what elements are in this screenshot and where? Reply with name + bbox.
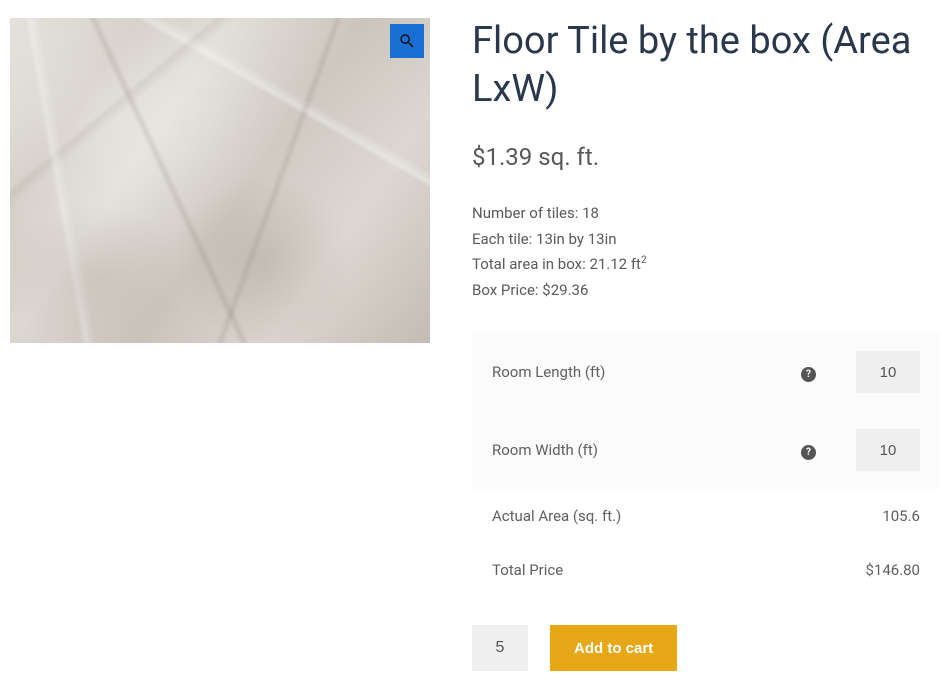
actual-area-label: Actual Area (sq. ft.) bbox=[472, 489, 781, 543]
product-layout: Floor Tile by the box (Area LxW) $1.39 s… bbox=[10, 18, 940, 671]
total-price-value: $146.80 bbox=[836, 543, 940, 597]
length-label: Room Length (ft) bbox=[472, 333, 781, 411]
spec-tiles: Number of tiles: 18 bbox=[472, 201, 940, 227]
product-title: Floor Tile by the box (Area LxW) bbox=[472, 18, 940, 113]
magnifier-icon bbox=[398, 32, 416, 50]
calculator-table: Room Length (ft) ? Room Width (ft) ? Act… bbox=[472, 333, 940, 597]
row-actual-area: Actual Area (sq. ft.) 105.6 bbox=[472, 489, 940, 543]
total-price-label: Total Price bbox=[472, 543, 781, 597]
help-icon[interactable]: ? bbox=[801, 445, 816, 460]
product-image[interactable] bbox=[10, 18, 430, 343]
row-total-price: Total Price $146.80 bbox=[472, 543, 940, 597]
quantity-input[interactable] bbox=[472, 625, 528, 671]
row-length: Room Length (ft) ? bbox=[472, 333, 940, 411]
row-width: Room Width (ft) ? bbox=[472, 411, 940, 489]
width-label: Room Width (ft) bbox=[472, 411, 781, 489]
spec-block: Number of tiles: 18 Each tile: 13in by 1… bbox=[472, 201, 940, 303]
spec-each-tile: Each tile: 13in by 13in bbox=[472, 227, 940, 253]
actual-area-value: 105.6 bbox=[836, 489, 940, 543]
width-input[interactable] bbox=[856, 429, 920, 471]
price-per-unit: $1.39 sq. ft. bbox=[472, 143, 940, 171]
image-column bbox=[10, 18, 430, 671]
zoom-button[interactable] bbox=[390, 24, 424, 58]
help-icon[interactable]: ? bbox=[801, 367, 816, 382]
length-input[interactable] bbox=[856, 351, 920, 393]
add-to-cart-button[interactable]: Add to cart bbox=[550, 625, 677, 671]
cart-row: Add to cart bbox=[472, 625, 940, 671]
spec-box-price: Box Price: $29.36 bbox=[472, 278, 940, 304]
spec-total-area: Total area in box: 21.12 ft2 bbox=[472, 252, 940, 278]
details-column: Floor Tile by the box (Area LxW) $1.39 s… bbox=[472, 18, 940, 671]
